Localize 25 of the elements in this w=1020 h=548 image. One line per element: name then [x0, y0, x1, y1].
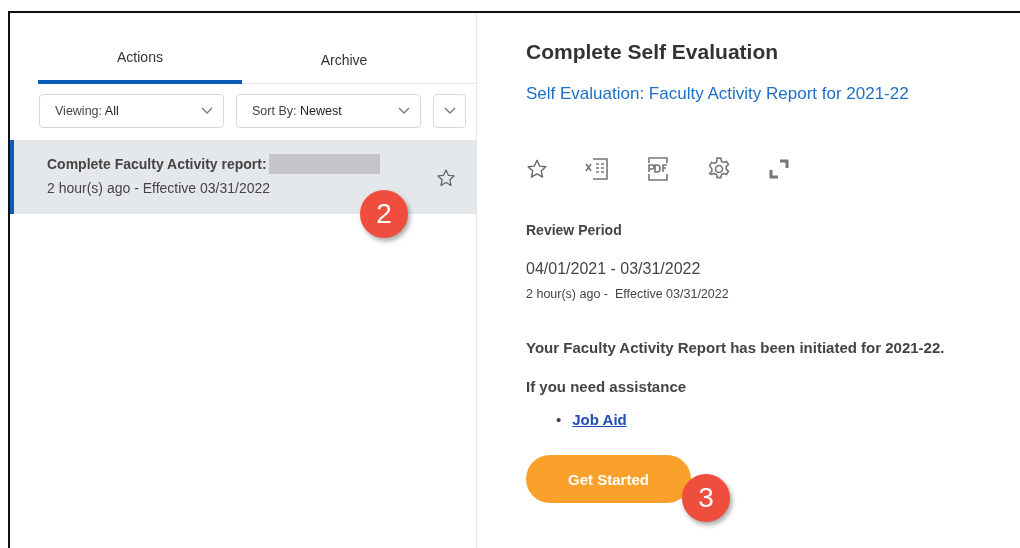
filter-dropdown[interactable]: Sort By: Newest — [236, 94, 421, 128]
review-period: 04/01/2021 - 03/31/2022 — [526, 260, 701, 278]
chevron-icon — [398, 107, 410, 115]
status-message: Your Faculty Activity Report has been initiated for 2021-22. — [526, 339, 945, 356]
filter-label: Viewing: All — [55, 104, 119, 118]
assistance-heading: If you need assistance — [526, 378, 687, 395]
tab[interactable]: Archive — [242, 39, 446, 84]
excel-icon[interactable] — [584, 156, 610, 182]
bullet: • — [556, 411, 562, 428]
timestamp: 2 hour(s) ago - Effective 03/31/2022 — [526, 287, 729, 301]
job-aid-link[interactable]: Job Aid — [572, 411, 627, 428]
star-icon[interactable] — [526, 158, 548, 180]
chevron-icon — [201, 107, 213, 115]
item-subtitle: 2 hour(s) ago - Effective 03/31/2022 — [47, 180, 272, 196]
report-link[interactable]: Self Evaluation: Faculty Activity Report for 2021-22 — [526, 84, 909, 104]
item-title: Complete Faculty Activity report: — [47, 156, 267, 172]
page-title: Complete Self Evaluation — [526, 40, 779, 64]
filter-dropdown[interactable]: Viewing: All — [39, 94, 224, 128]
expand-icon[interactable] — [768, 158, 790, 180]
chevron-icon — [443, 107, 456, 115]
tab[interactable]: Actions — [38, 39, 242, 84]
star-icon[interactable] — [436, 168, 456, 188]
filter-label: Sort By: Newest — [252, 104, 342, 118]
section-label: Review Period — [526, 222, 622, 238]
pdf-icon[interactable] — [646, 156, 670, 182]
